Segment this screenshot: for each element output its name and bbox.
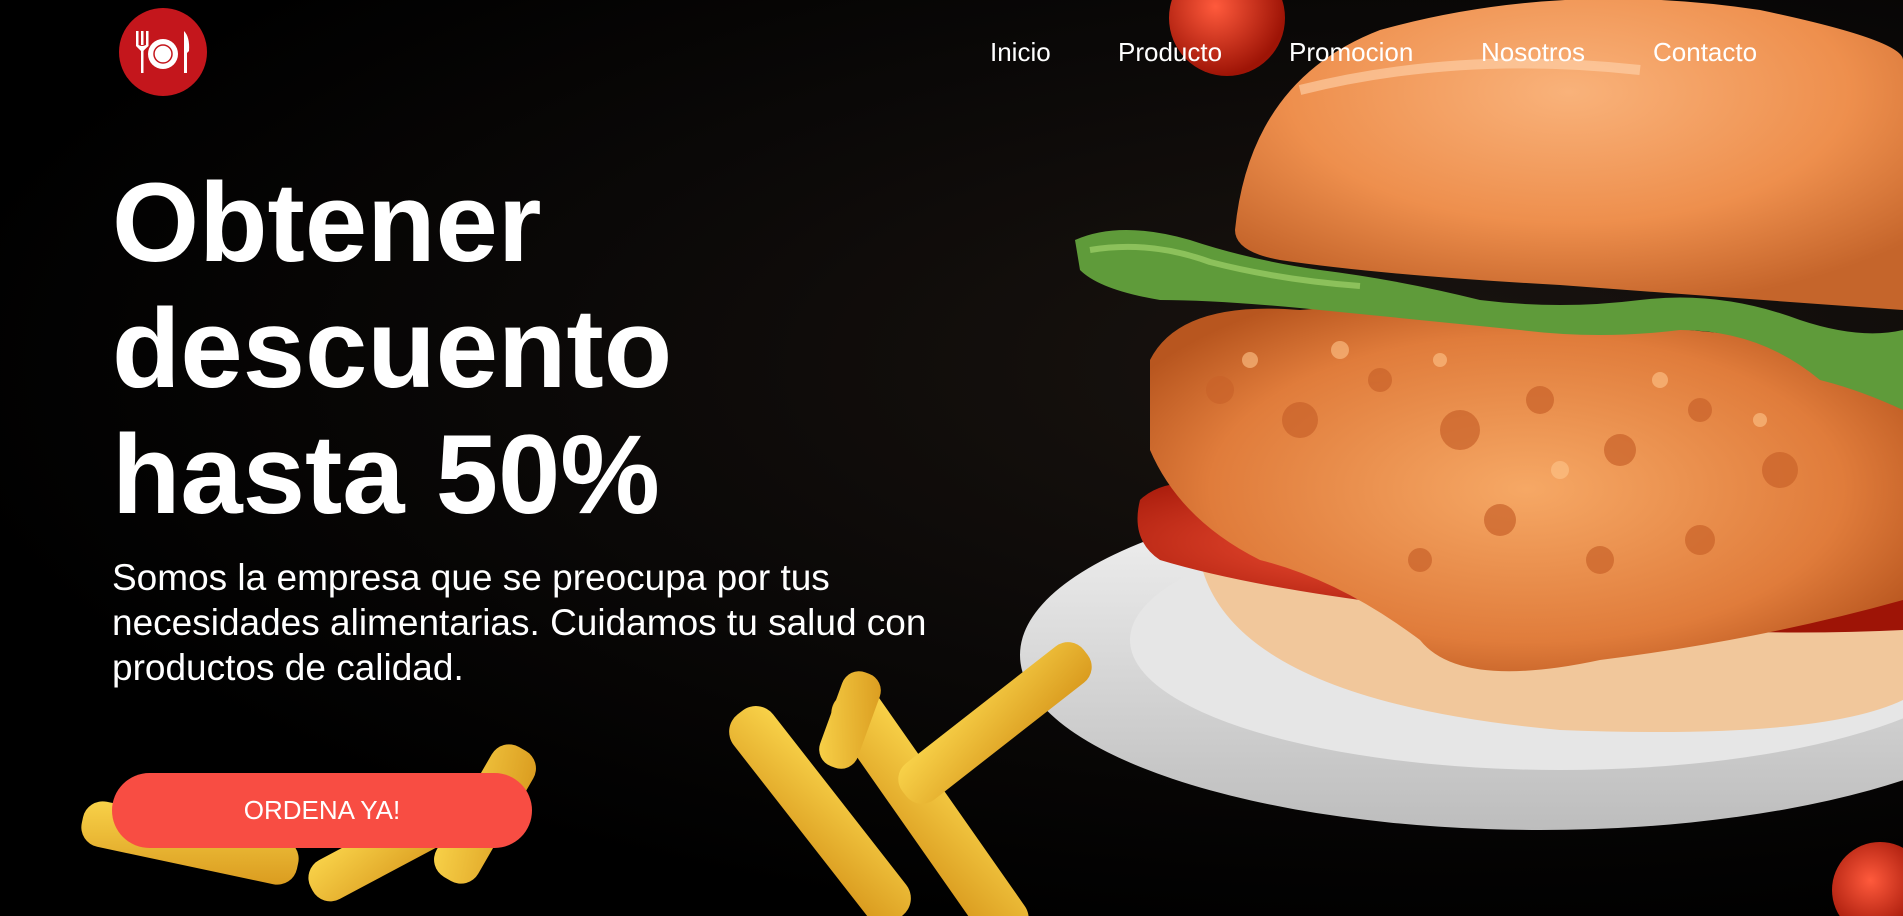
nav-link-inicio[interactable]: Inicio [990, 37, 1051, 68]
nav-link-nosotros[interactable]: Nosotros [1481, 37, 1585, 68]
nav-link-contacto[interactable]: Contacto [1653, 37, 1757, 68]
nav-link-producto[interactable]: Producto [1118, 37, 1222, 68]
hero-subtitle: Somos la empresa que se preocupa por tus… [112, 557, 927, 688]
logo[interactable] [119, 8, 207, 96]
landing-page: Inicio Producto Promocion Nosotros Conta… [0, 0, 1903, 916]
order-now-button[interactable]: ORDENA YA! [112, 773, 532, 848]
hero-headline: Obtener descuento hasta 50% [112, 160, 673, 537]
nav-link-promocion[interactable]: Promocion [1289, 37, 1413, 68]
plate-cutlery-icon [136, 31, 190, 73]
